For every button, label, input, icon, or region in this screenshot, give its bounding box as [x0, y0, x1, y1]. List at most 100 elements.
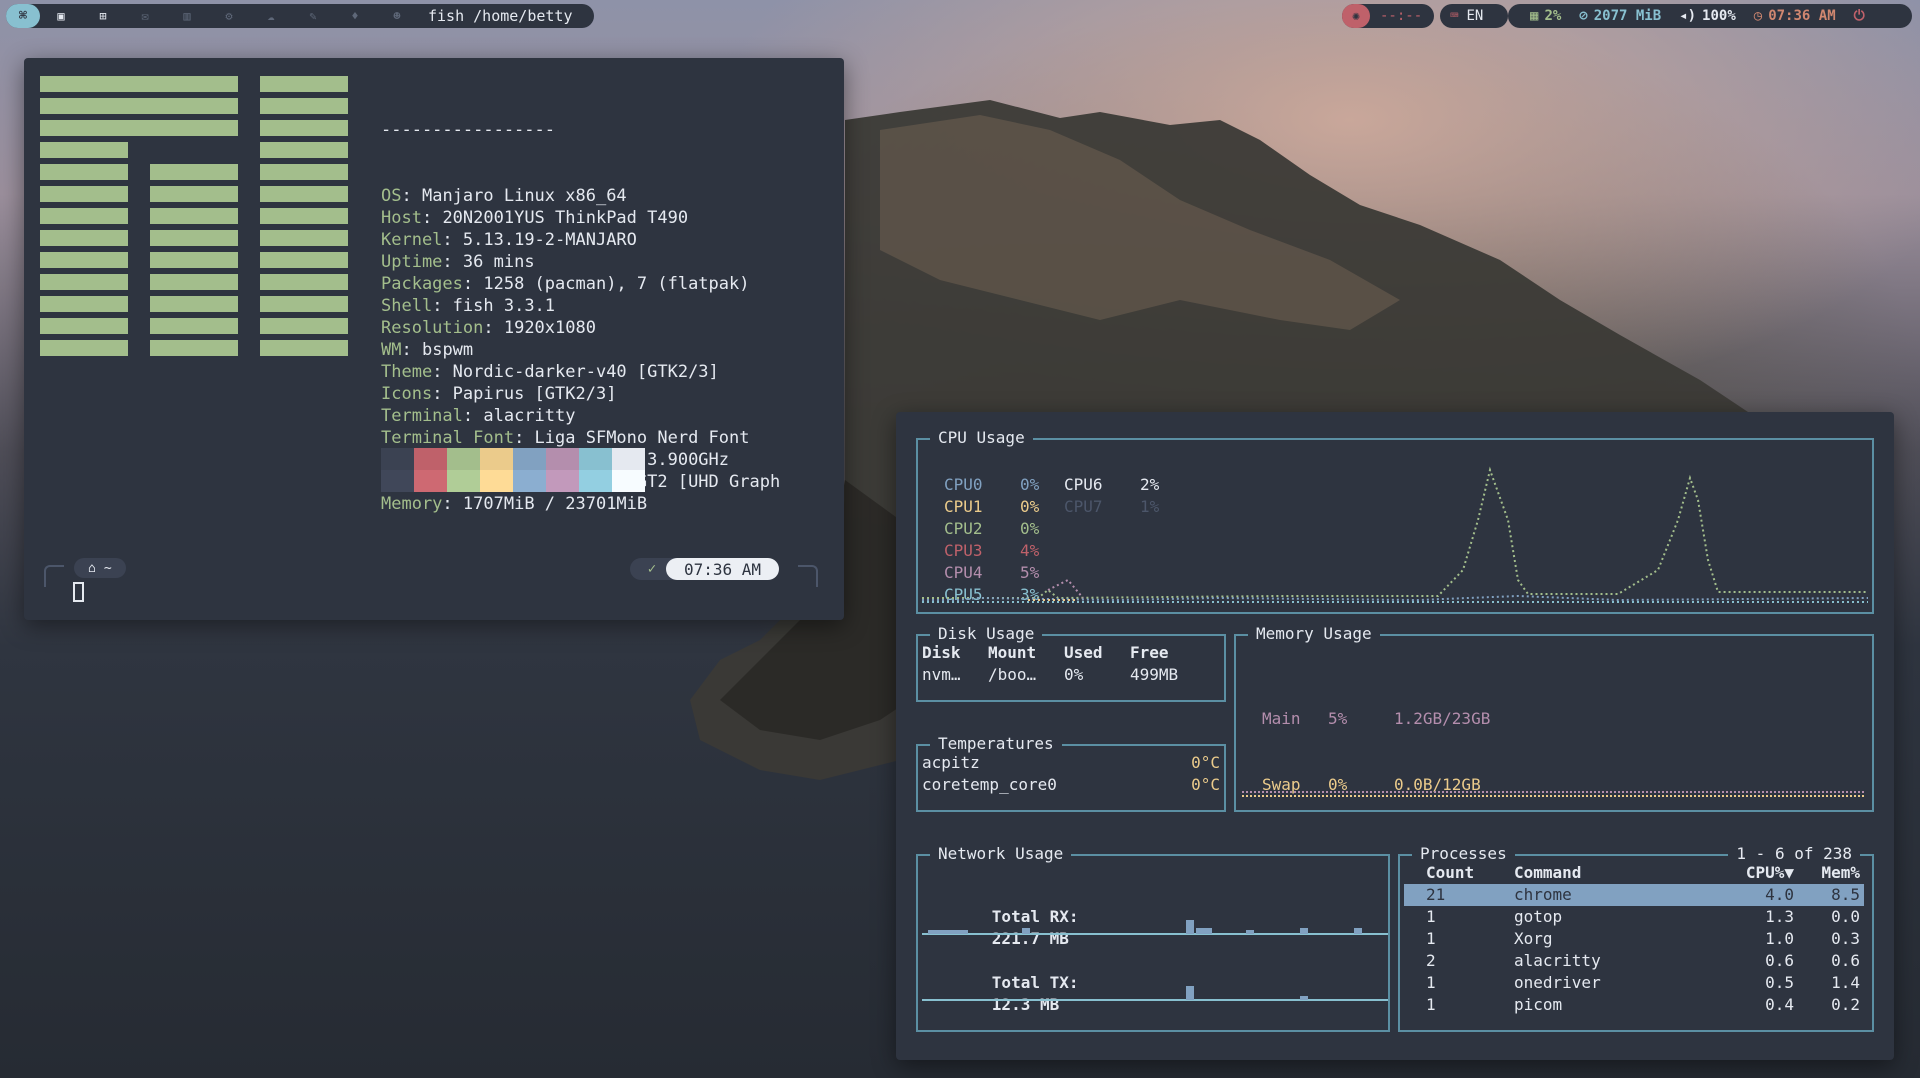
- logo-block: [150, 230, 238, 246]
- text-cursor[interactable]: [73, 582, 84, 602]
- info-value: fish 3.3.1: [452, 296, 556, 316]
- terminal-window[interactable]: ----------------- OS: Manjaro Linux x86_…: [24, 58, 844, 620]
- process-range: 1 - 6 of 238: [1728, 844, 1860, 864]
- info-colon: :: [432, 296, 453, 316]
- record-widget[interactable]: ✺ --:--: [1342, 4, 1434, 28]
- rx-sparkline: [922, 920, 1388, 935]
- process-table-header: Count Command CPU%▼ Mem%: [1404, 862, 1864, 884]
- keyboard-layout[interactable]: ⌨ EN: [1440, 4, 1508, 28]
- process-row[interactable]: 21 chrome 4.0 8.5: [1404, 884, 1864, 906]
- gem-icon[interactable]: ♦: [334, 9, 376, 23]
- logo-block: [40, 120, 238, 136]
- palette-swatch: [381, 448, 414, 492]
- process-row[interactable]: 1 onedriver 0.5 1.4: [1404, 972, 1864, 994]
- chat-icon[interactable]: ☻: [376, 9, 418, 23]
- process-command: alacritty: [1514, 951, 1601, 970]
- logo-block: [150, 186, 238, 202]
- memory-usage: 2077 MiB: [1593, 8, 1662, 24]
- info-colon: :: [442, 252, 463, 272]
- process-mem: 0.3: [1831, 929, 1860, 948]
- temp-value: 0°C: [1191, 775, 1220, 794]
- col-command[interactable]: Command: [1514, 862, 1724, 884]
- logo-block: [150, 252, 238, 268]
- prompt-bracket-left: [44, 565, 64, 587]
- launcher-button[interactable]: ⌘: [6, 4, 40, 28]
- cloud-icon[interactable]: ☁: [250, 9, 292, 23]
- palette-swatch: [447, 448, 480, 492]
- logo-block: [150, 318, 238, 334]
- temp-value: 0°C: [1191, 753, 1220, 772]
- logo-block: [40, 230, 128, 246]
- info-colon: :: [462, 274, 484, 294]
- info-key: Memory: [381, 494, 443, 514]
- process-row[interactable]: 1 Xorg 1.0 0.3: [1404, 928, 1864, 950]
- processes-panel: Processes 1 - 6 of 238 Count Command CPU…: [1398, 844, 1874, 1032]
- cpu-usage-panel: CPU Usage CPU0 0% CPU1 0% CPU2 0% CPU3 4% CPU4 5%…: [916, 428, 1874, 614]
- col-count[interactable]: Count: [1426, 862, 1514, 884]
- info-colon: :: [401, 186, 422, 206]
- process-row[interactable]: 1 picom 0.4 0.2: [1404, 994, 1864, 1016]
- logo-block: [260, 340, 348, 356]
- prompt-time-badge: ✓ 07:36 AM: [630, 558, 780, 580]
- info-colon: :: [462, 406, 484, 426]
- process-mem: 0.0: [1831, 907, 1860, 926]
- memory-usage-panel: Memory Usage Main 5% 1.2GB/23GB Swap 0% …: [1234, 624, 1874, 812]
- network-usage-panel: Network Usage Total RX: 221.7 MB Total T…: [916, 844, 1390, 1032]
- process-row[interactable]: 1 gotop 1.3 0.0: [1404, 906, 1864, 928]
- info-colon: :: [483, 318, 504, 338]
- info-row: Icons: Papirus [GTK2/3]: [381, 383, 780, 405]
- memory-icon: ⊘: [1579, 8, 1588, 24]
- disk-cell: 0%: [1064, 665, 1084, 684]
- process-row[interactable]: 2 alacritty 0.6 0.6: [1404, 950, 1864, 972]
- col-cpu[interactable]: CPU%▼: [1724, 862, 1794, 884]
- info-value: 1920x1080: [503, 318, 596, 338]
- temp-row: acpitz 0°C: [922, 752, 1220, 774]
- mail-icon[interactable]: ✉: [124, 9, 166, 23]
- logo-block: [40, 318, 128, 334]
- col-mem[interactable]: Mem%: [1794, 862, 1860, 884]
- color-palette: [381, 448, 645, 492]
- info-key: Uptime: [381, 252, 443, 272]
- logo-block: [260, 318, 348, 334]
- info-key: WM: [381, 340, 402, 360]
- info-key: Shell: [381, 296, 433, 316]
- logo-block: [260, 76, 348, 92]
- settings-icon[interactable]: ⚙: [208, 9, 250, 23]
- plus-square-icon[interactable]: ⊞: [82, 9, 124, 23]
- process-command: gotop: [1514, 907, 1563, 926]
- info-value: 1707MiB / 23701MiB: [462, 494, 648, 514]
- process-cpu: 0.6: [1765, 951, 1794, 970]
- disk-cell: Mount: [988, 643, 1037, 662]
- panel-title: Disk Usage: [930, 624, 1043, 644]
- trash-icon[interactable]: ▥: [166, 9, 208, 23]
- system-status: ▦ 2% ⊘ 2077 MiB ◂) 100% ◷ 07:36 AM ⏻: [1508, 4, 1912, 28]
- brush-icon[interactable]: ✎: [292, 9, 334, 23]
- volume-level[interactable]: 100%: [1702, 8, 1736, 24]
- power-icon[interactable]: ⏻: [1854, 8, 1865, 24]
- logo-block: [260, 274, 348, 290]
- logo-block: [40, 274, 128, 290]
- logo-block: [260, 142, 348, 158]
- info-colon: :: [442, 230, 463, 250]
- keyboard-icon: ⌨: [1450, 8, 1459, 24]
- disk-table: Disk Mount Used Free nvm… /boo… 0% 499MB: [922, 642, 1210, 686]
- palette-swatch: [414, 448, 447, 492]
- info-value: Papirus [GTK2/3]: [452, 384, 617, 404]
- logo-block: [150, 296, 238, 312]
- info-value: Liga SFMono Nerd Font: [534, 428, 750, 448]
- process-command: picom: [1514, 995, 1563, 1014]
- info-key: Kernel: [381, 230, 443, 250]
- volume-icon[interactable]: ◂): [1679, 8, 1696, 24]
- panel-title: Network Usage: [930, 844, 1072, 864]
- prompt-dir: ~: [103, 560, 112, 576]
- disk-cell: 499MB: [1130, 665, 1179, 684]
- disk-usage-panel: Disk Usage Disk Mount Used Free nvm… /boo… 0% 4…: [916, 624, 1226, 702]
- info-row: Shell: fish 3.3.1: [381, 295, 780, 317]
- gotop-window[interactable]: CPU Usage CPU0 0% CPU1 0% CPU2 0% CPU3 4% CPU4 5%…: [896, 412, 1894, 1060]
- logo-block: [260, 186, 348, 202]
- terminal-icon[interactable]: ▣: [40, 9, 82, 23]
- info-separator: -----------------: [381, 120, 555, 140]
- info-value: Manjaro Linux x86_64: [421, 186, 627, 206]
- process-cpu: 0.5: [1765, 973, 1794, 992]
- temp-table: acpitz 0°C coretemp_core0 0°C: [922, 752, 1220, 796]
